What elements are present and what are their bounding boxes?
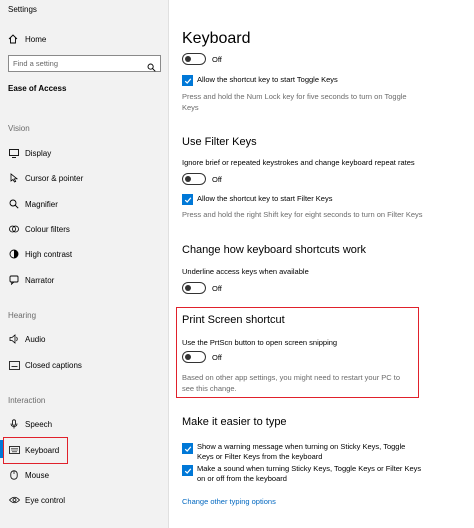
speech-icon [8, 419, 20, 429]
search-icon[interactable] [147, 59, 156, 77]
sidebar-item-label: Cursor & pointer [25, 173, 84, 183]
underline-access-keys-switch[interactable] [182, 282, 206, 294]
home-label: Home [25, 34, 47, 44]
checkmark-icon [184, 196, 191, 203]
change-typing-options-link[interactable]: Change other typing options [182, 497, 276, 506]
keyboard-highlight-box [3, 437, 68, 464]
filter-keys-shortcut-label: Allow the shortcut key to start Filter K… [197, 194, 333, 203]
mouse-icon [8, 470, 20, 480]
display-icon [8, 148, 20, 158]
cursor-icon [8, 173, 20, 183]
narrator-icon [8, 275, 20, 285]
sidebar-item-colour-filters[interactable]: Colour filters [8, 222, 70, 236]
sidebar-item-label: Colour filters [25, 224, 70, 234]
make-sound-label: Make a sound when turning Sticky Keys, T… [197, 464, 422, 483]
page-title: Keyboard [182, 30, 251, 47]
magnifier-icon [8, 199, 20, 209]
toggle-keys-shortcut-label: Allow the shortcut key to start Toggle K… [197, 75, 338, 84]
sidebar-item-label: High contrast [25, 249, 73, 259]
make-sound-checkbox[interactable] [182, 465, 193, 476]
home-icon [8, 34, 20, 44]
checkmark-icon [184, 467, 191, 474]
group-label-hearing: Hearing [8, 311, 37, 320]
print-screen-highlight-box [176, 307, 419, 398]
sidebar-item-narrator[interactable]: Narrator [8, 273, 54, 287]
filter-keys-heading: Use Filter Keys [182, 136, 257, 148]
underline-access-keys-state: Off [212, 284, 222, 293]
toggle-keys-shortcut-checkbox[interactable] [182, 75, 193, 86]
sidebar-item-label: Audio [25, 334, 46, 344]
toggle-keys-switch[interactable] [182, 53, 206, 65]
filter-keys-shortcut-checkbox[interactable] [182, 194, 193, 205]
filter-keys-switch[interactable] [182, 173, 206, 185]
home-nav-item[interactable]: Home [8, 31, 46, 47]
captions-icon [8, 360, 20, 370]
sidebar-item-cursor-pointer[interactable]: Cursor & pointer [8, 171, 83, 185]
sidebar-item-label: Mouse [25, 470, 50, 480]
sidebar-item-label: Speech [25, 419, 53, 429]
high-contrast-icon [8, 249, 20, 259]
app-title: Settings [8, 5, 37, 14]
sidebar-item-label: Display [25, 148, 52, 158]
sidebar-item-eye-control[interactable]: Eye control [8, 493, 65, 507]
main-content: Keyboard Off Allow the shortcut key to s… [170, 0, 474, 528]
filter-keys-state: Off [212, 175, 222, 184]
sidebar-item-audio[interactable]: Audio [8, 332, 45, 346]
sidebar-item-display[interactable]: Display [8, 146, 51, 160]
group-label-vision: Vision [8, 124, 30, 133]
sidebar-item-label: Magnifier [25, 199, 58, 209]
sidebar-item-label: Closed captions [25, 360, 82, 370]
sidebar-item-mouse[interactable]: Mouse [8, 468, 49, 482]
underline-access-keys-label: Underline access keys when available [182, 267, 309, 276]
filter-keys-description-top: Ignore brief or repeated keystrokes and … [182, 158, 415, 167]
sidebar-item-label: Eye control [25, 495, 66, 505]
sidebar: Settings Home Ease of Access Vision Disp… [0, 0, 169, 528]
filter-keys-description: Press and hold the right Shift key for e… [182, 210, 423, 219]
section-title: Ease of Access [8, 84, 67, 93]
sidebar-item-high-contrast[interactable]: High contrast [8, 247, 72, 261]
checkmark-icon [184, 77, 191, 84]
search-input[interactable] [13, 57, 141, 70]
eye-icon [8, 496, 20, 504]
group-label-interaction: Interaction [8, 396, 46, 405]
toggle-keys-description: Press and hold the Num Lock key for five… [182, 92, 407, 112]
warning-message-checkbox[interactable] [182, 443, 193, 454]
sidebar-item-magnifier[interactable]: Magnifier [8, 197, 58, 211]
checkmark-icon [184, 445, 191, 452]
audio-icon [8, 334, 20, 344]
shortcuts-heading: Change how keyboard shortcuts work [182, 244, 367, 256]
colour-filters-icon [8, 224, 20, 234]
sidebar-item-speech[interactable]: Speech [8, 417, 52, 431]
sidebar-item-label: Narrator [25, 275, 55, 285]
sidebar-item-closed-captions[interactable]: Closed captions [8, 358, 82, 372]
search-box[interactable] [8, 55, 161, 72]
toggle-keys-state: Off [212, 55, 222, 64]
typing-heading: Make it easier to type [182, 416, 287, 428]
warning-message-label: Show a warning message when turning on S… [197, 442, 406, 461]
